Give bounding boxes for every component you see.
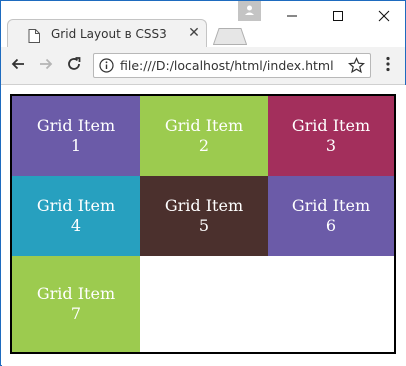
forward-button[interactable] bbox=[35, 55, 57, 77]
grid-item-label: Grid Item bbox=[291, 116, 371, 135]
grid-item-4: Grid Item 4 bbox=[12, 176, 140, 256]
grid-item-label: Grid Item bbox=[164, 196, 244, 215]
grid-item-number: 7 bbox=[70, 304, 82, 323]
grid-item-7: Grid Item 7 bbox=[12, 256, 140, 352]
grid-item-3: Grid Item 3 bbox=[268, 96, 394, 176]
profile-button[interactable] bbox=[238, 1, 261, 21]
back-button[interactable] bbox=[7, 55, 29, 77]
grid-item-number: 6 bbox=[325, 216, 337, 235]
maximize-button[interactable] bbox=[315, 1, 361, 31]
star-icon[interactable] bbox=[347, 57, 366, 74]
grid-container: Grid Item 1 Grid Item 2 Grid Item 3 Grid It… bbox=[10, 94, 396, 354]
menu-button[interactable] bbox=[379, 55, 397, 77]
page-viewport: Grid Item 1 Grid Item 2 Grid Item 3 Grid It… bbox=[2, 85, 406, 366]
reload-button[interactable] bbox=[63, 55, 85, 77]
browser-tab[interactable]: Grid Layout в CSS3 ✕ bbox=[7, 19, 207, 48]
browser-window: Grid Layout в CSS3 ✕ file:///D:/localhos… bbox=[0, 0, 406, 366]
document-icon bbox=[28, 28, 40, 43]
reload-icon bbox=[66, 56, 82, 76]
close-icon bbox=[378, 7, 390, 26]
back-arrow-icon bbox=[10, 56, 26, 76]
grid-item-number: 1 bbox=[70, 136, 82, 155]
forward-arrow-icon bbox=[38, 56, 54, 76]
grid-item-2: Grid Item 2 bbox=[140, 96, 268, 176]
grid-item-label: Grid Item bbox=[36, 116, 116, 135]
info-icon[interactable] bbox=[99, 58, 114, 73]
address-bar[interactable]: file:///D:/localhost/html/index.html bbox=[93, 53, 371, 78]
url-text[interactable]: file:///D:/localhost/html/index.html bbox=[120, 58, 334, 73]
kebab-menu-icon bbox=[386, 56, 390, 76]
grid-item-number: 2 bbox=[198, 136, 210, 155]
grid-item-label: Grid Item bbox=[291, 196, 371, 215]
grid-item-number: 3 bbox=[325, 136, 337, 155]
tab-close-icon[interactable]: ✕ bbox=[186, 24, 202, 42]
grid-item-number: 4 bbox=[70, 216, 82, 235]
grid-item-6: Grid Item 6 bbox=[268, 176, 394, 256]
grid-item-label: Grid Item bbox=[36, 196, 116, 215]
person-icon bbox=[238, 5, 261, 25]
close-window-button[interactable] bbox=[361, 1, 406, 31]
minimize-icon bbox=[286, 7, 298, 26]
title-bar: Grid Layout в CSS3 ✕ bbox=[1, 1, 406, 48]
grid-item-1: Grid Item 1 bbox=[12, 96, 140, 176]
minimize-button[interactable] bbox=[269, 1, 315, 31]
new-tab-button[interactable] bbox=[212, 28, 248, 45]
tab-title: Grid Layout в CSS3 bbox=[51, 27, 167, 41]
grid-item-5: Grid Item 5 bbox=[140, 176, 268, 256]
grid-item-number: 5 bbox=[198, 216, 210, 235]
grid-item-label: Grid Item bbox=[164, 116, 244, 135]
grid-item-label: Grid Item bbox=[36, 284, 116, 303]
browser-toolbar: file:///D:/localhost/html/index.html bbox=[1, 47, 405, 85]
maximize-icon bbox=[332, 7, 344, 26]
